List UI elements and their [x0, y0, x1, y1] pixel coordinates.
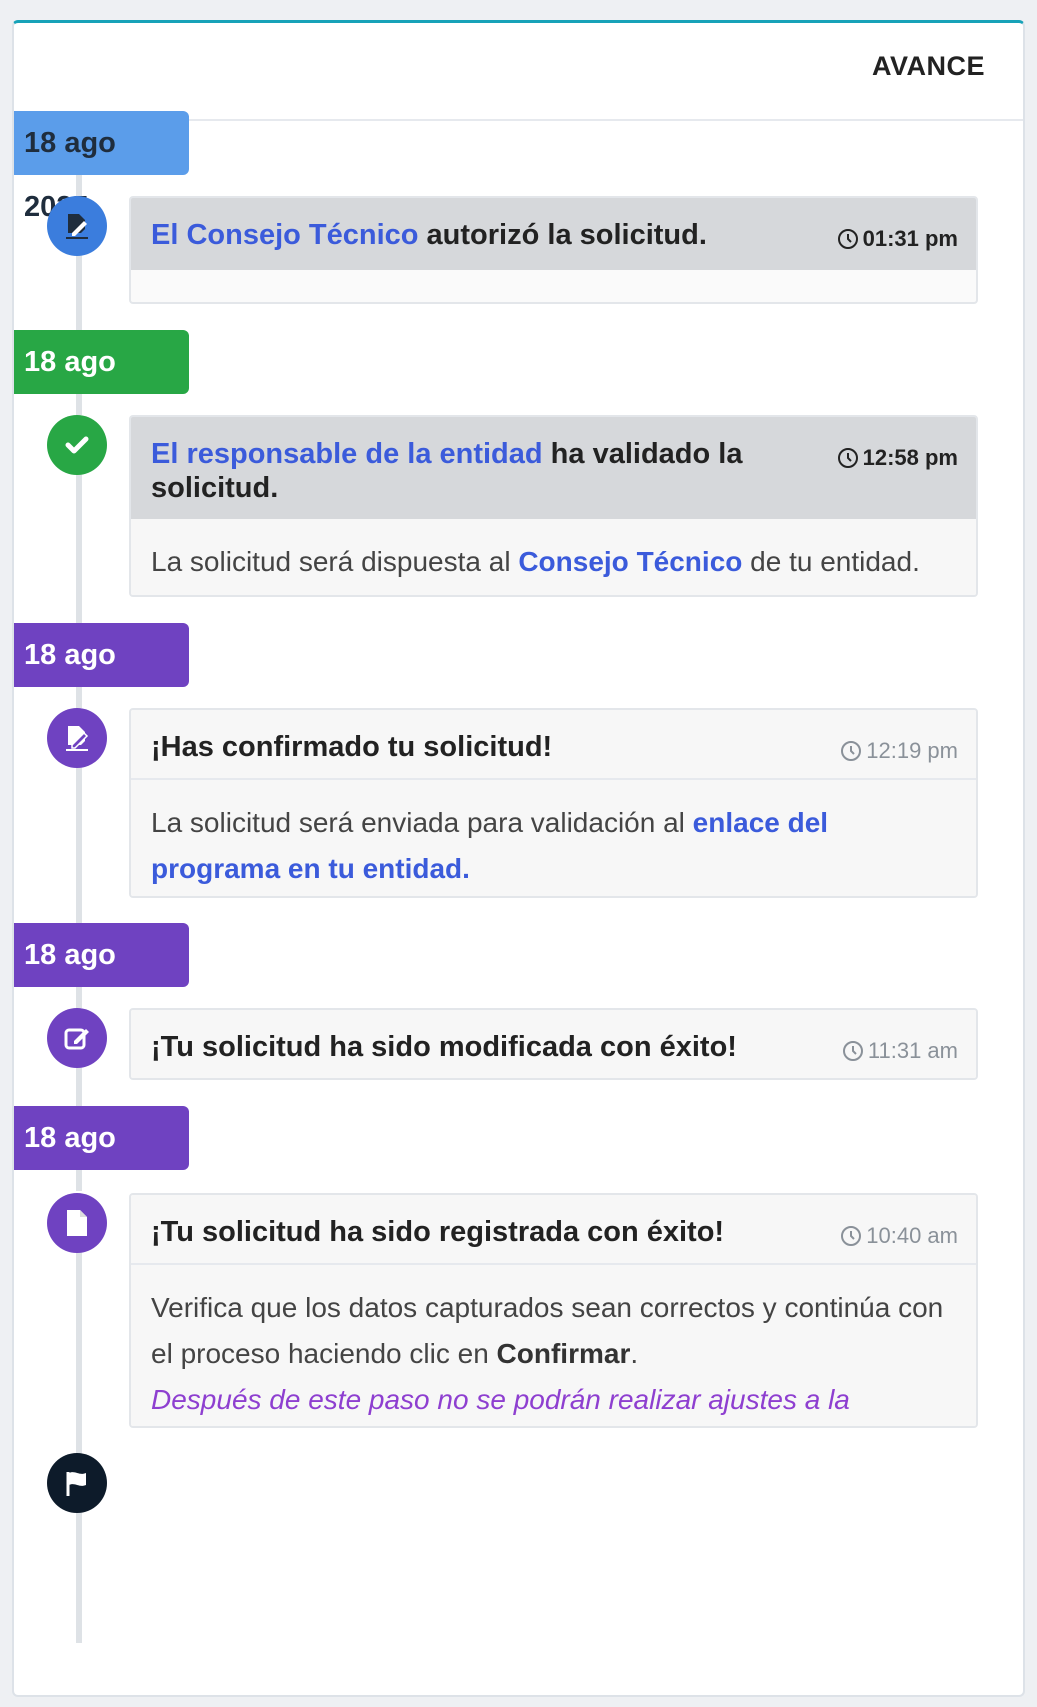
timeline-date: 18 ago 2025 [14, 923, 189, 1035]
timeline-time: 12:58 pm [837, 441, 958, 475]
timeline-head-link[interactable]: El Consejo Técnico [151, 219, 419, 251]
body-link[interactable]: Consejo Técnico [518, 546, 742, 577]
card-title: AVANCE [871, 51, 985, 81]
body-text: de tu entidad. [742, 546, 920, 577]
timeline-date: 18 ago 2025 [14, 111, 189, 223]
body-text: La solicitud será dispuesta al [151, 546, 519, 577]
timeline-head-link[interactable]: El responsable de la entidad [151, 438, 543, 470]
timeline-item: El responsable de la entidad ha validado… [129, 415, 978, 597]
confirm-keyword: Confirmar [496, 1338, 631, 1369]
timeline-item-header: El Consejo Técnico autorizó la solicitud… [131, 198, 976, 270]
signature-icon [62, 211, 92, 241]
clock-icon [837, 228, 859, 250]
timeline-head-text: autorizó la solicitud. [418, 219, 707, 251]
progress-card: AVANCE 18 ago 2025 El Consejo Técnico au… [12, 20, 1025, 1697]
timeline-marker [47, 415, 107, 475]
clock-icon [840, 1225, 862, 1247]
timeline-marker [47, 196, 107, 256]
file-icon [64, 1208, 90, 1238]
edit-icon [62, 1023, 92, 1053]
timeline-time-text: 12:58 pm [862, 445, 958, 470]
timeline-date: 18 ago 2025 [14, 330, 189, 442]
timeline-marker [47, 1193, 107, 1253]
clock-icon [837, 447, 859, 469]
timeline-time: 10:40 am [840, 1219, 958, 1253]
timeline-marker [47, 708, 107, 768]
timeline-time-text: 11:31 am [867, 1038, 958, 1063]
timeline-item-header: ¡Tu solicitud ha sido registrada con éxi… [131, 1195, 976, 1265]
card-header: AVANCE [14, 23, 1023, 121]
warning-note: Después de este paso no se podrán realiz… [151, 1384, 850, 1415]
flag-icon [62, 1468, 92, 1498]
timeline-head-text: ¡Tu solicitud ha sido modificada con éxi… [151, 1031, 737, 1063]
timeline-item-body: La solicitud será dispuesta al Consejo T… [131, 519, 976, 595]
timeline-time-text: 01:31 pm [862, 226, 958, 251]
timeline-end-marker [47, 1453, 107, 1513]
timeline-item-header: El responsable de la entidad ha validado… [131, 417, 976, 519]
timeline-head-text: ¡Has confirmado tu solicitud! [151, 731, 553, 763]
timeline-marker [47, 1008, 107, 1068]
timeline-time-text: 10:40 am [866, 1223, 958, 1248]
timeline-item: ¡Has confirmado tu solicitud! 12:19 pm L… [129, 708, 978, 898]
timeline-item-header: ¡Has confirmado tu solicitud! 12:19 pm [131, 710, 976, 780]
timeline-item: ¡Tu solicitud ha sido modificada con éxi… [129, 1008, 978, 1080]
timeline-head-text: ¡Tu solicitud ha sido registrada con éxi… [151, 1216, 725, 1248]
clock-icon [842, 1040, 864, 1062]
timeline-item: ¡Tu solicitud ha sido registrada con éxi… [129, 1193, 978, 1428]
body-text: La solicitud será enviada para validació… [151, 807, 693, 838]
timeline-time: 12:19 pm [840, 734, 958, 768]
check-circle-icon [62, 430, 92, 460]
timeline-time: 11:31 am [842, 1034, 958, 1068]
timeline-item-body: Verifica que los datos capturados sean c… [131, 1265, 976, 1426]
timeline-item-body: La solicitud será enviada para validació… [131, 780, 976, 896]
signature-icon [62, 723, 92, 753]
timeline-time: 01:31 pm [837, 222, 958, 256]
timeline-time-text: 12:19 pm [866, 738, 958, 763]
timeline-date: 18 ago 2025 [14, 1106, 189, 1218]
clock-icon [840, 740, 862, 762]
timeline-item: El Consejo Técnico autorizó la solicitud… [129, 196, 978, 304]
timeline-item-header: ¡Tu solicitud ha sido modificada con éxi… [131, 1010, 976, 1078]
timeline-date: 18 ago 2025 [14, 623, 189, 735]
body-text: . [630, 1338, 639, 1369]
